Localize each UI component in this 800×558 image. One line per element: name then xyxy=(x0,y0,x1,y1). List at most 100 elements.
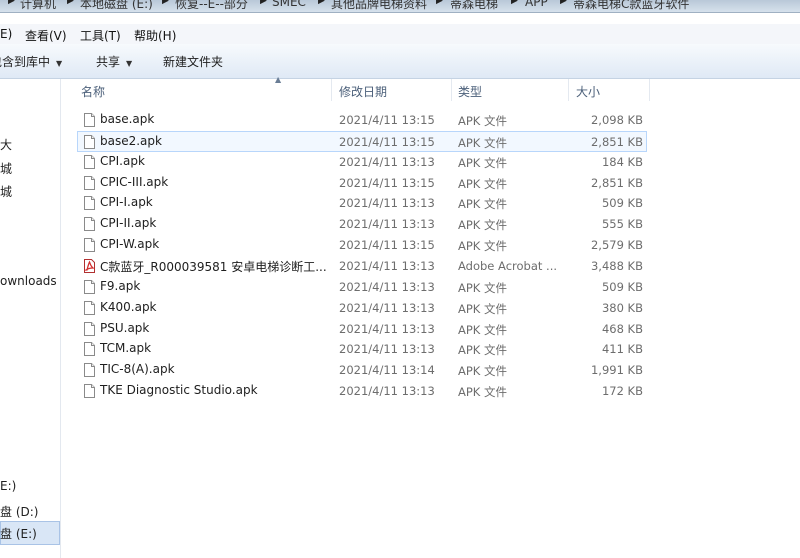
file-name: TIC-8(A).apk xyxy=(100,362,175,377)
file-size: 2,098 KB xyxy=(590,113,643,127)
include-in-library-label: 包含到库中 xyxy=(0,55,51,69)
file-icon xyxy=(84,384,95,399)
file-type: APK 文件 xyxy=(458,343,507,358)
chevron-right-icon[interactable]: ▶ xyxy=(8,0,15,6)
file-size: 2,851 KB xyxy=(590,134,643,149)
file-type: APK 文件 xyxy=(458,218,507,233)
file-row[interactable]: CPI-I.apk 2021/4/11 13:13 APK 文件 509 KB xyxy=(78,193,646,213)
menu-edit[interactable]: E) xyxy=(0,27,12,41)
share-button[interactable]: 共享 ▼ xyxy=(96,53,132,70)
file-icon xyxy=(84,279,95,294)
file-size: 555 KB xyxy=(601,217,643,232)
chevron-down-icon: ▼ xyxy=(56,59,63,68)
chevron-right-icon[interactable]: ▶ xyxy=(318,0,325,6)
file-row[interactable]: K400.apk 2021/4/11 13:13 APK 文件 380 KB xyxy=(78,298,646,318)
file-row[interactable]: CPI.apk 2021/4/11 13:13 APK 文件 184 KB xyxy=(78,152,646,172)
breadcrumb-item-other-brands[interactable]: 其他品牌电梯资料 xyxy=(331,0,427,12)
file-icon xyxy=(84,342,95,357)
pdf-icon xyxy=(84,258,95,273)
file-name: F9.apk xyxy=(100,278,141,293)
breadcrumb-item-thyssen[interactable]: 蒂森电梯 xyxy=(450,0,498,12)
chevron-down-icon: ▼ xyxy=(126,59,133,68)
new-folder-button[interactable]: 新建文件夹 xyxy=(163,53,223,70)
file-size: 2,579 KB xyxy=(590,238,643,253)
file-size: 184 KB xyxy=(601,154,643,169)
file-type: APK 文件 xyxy=(458,301,507,316)
file-icon xyxy=(84,154,95,169)
chevron-right-icon[interactable]: ▶ xyxy=(436,0,443,6)
file-modified-date: 2021/4/11 13:15 xyxy=(339,238,435,253)
include-in-library-button[interactable]: 包含到库中 ▼ xyxy=(0,53,62,70)
file-row[interactable]: base.apk 2021/4/11 13:15 APK 文件 2,098 KB xyxy=(78,110,646,130)
file-row[interactable]: CPI-W.apk 2021/4/11 13:15 APK 文件 2,579 KB xyxy=(78,235,646,255)
menu-view[interactable]: 查看(V) xyxy=(25,27,67,44)
breadcrumb-item-computer[interactable]: 计算机 xyxy=(20,0,56,12)
file-modified-date: 2021/4/11 13:15 xyxy=(339,175,435,190)
nav-item-3[interactable]: 城 xyxy=(0,183,12,200)
file-size: 468 KB xyxy=(601,321,643,336)
column-header-size[interactable]: 大小 xyxy=(576,83,600,100)
file-icon xyxy=(84,321,95,336)
file-row[interactable]: TIC-8(A).apk 2021/4/11 13:14 APK 文件 1,991 K… xyxy=(78,360,646,380)
file-name: base2.apk xyxy=(100,133,162,148)
file-modified-date: 2021/4/11 13:13 xyxy=(339,258,435,273)
column-divider[interactable] xyxy=(331,79,332,101)
file-row[interactable]: base2.apk 2021/4/11 13:15 APK 文件 2,851 KB xyxy=(77,130,647,152)
file-type: APK 文件 xyxy=(458,385,507,400)
menu-help[interactable]: 帮助(H) xyxy=(134,27,176,44)
file-name: CPIC-III.apk xyxy=(100,174,169,189)
file-row[interactable]: PSU.apk 2021/4/11 13:13 APK 文件 468 KB xyxy=(78,319,646,339)
nav-item-1[interactable]: 大 xyxy=(0,136,12,153)
file-row[interactable]: F9.apk 2021/4/11 13:13 APK 文件 509 KB xyxy=(78,277,646,297)
column-header-name[interactable]: 名称 xyxy=(81,83,105,100)
file-size: 411 KB xyxy=(601,342,643,357)
file-name: TKE Diagnostic Studio.apk xyxy=(100,383,258,398)
nav-item-downloads[interactable]: ownloads xyxy=(0,274,57,288)
chevron-right-icon[interactable]: ▶ xyxy=(511,0,518,6)
file-modified-date: 2021/4/11 13:13 xyxy=(339,217,435,232)
file-type: APK 文件 xyxy=(458,239,507,254)
column-header-type[interactable]: 类型 xyxy=(458,83,482,100)
file-name: CPI.apk xyxy=(100,153,145,168)
navigation-pane[interactable]: 大 城 城 ownloads E:) 盘 (D:) 盘 (E:) xyxy=(0,79,61,558)
file-icon xyxy=(84,217,95,232)
file-size: 2,851 KB xyxy=(590,175,643,190)
file-icon xyxy=(84,134,95,149)
file-type: APK 文件 xyxy=(458,114,507,128)
nav-item-drive-d[interactable]: 盘 (D:) xyxy=(0,503,38,520)
column-divider[interactable] xyxy=(451,79,452,101)
breadcrumb-item-app[interactable]: APP xyxy=(525,0,548,9)
file-type: APK 文件 xyxy=(458,155,507,170)
file-modified-date: 2021/4/11 13:14 xyxy=(339,363,435,378)
column-header-date[interactable]: 修改日期 xyxy=(339,83,387,100)
command-toolbar: 包含到库中 ▼ 共享 ▼ 新建文件夹 xyxy=(0,44,800,79)
nav-item-2[interactable]: 城 xyxy=(0,160,12,177)
chevron-right-icon[interactable]: ▶ xyxy=(260,0,267,6)
chevron-right-icon[interactable]: ▶ xyxy=(67,0,74,6)
file-row[interactable]: CPI-II.apk 2021/4/11 13:13 APK 文件 555 KB xyxy=(78,214,646,234)
file-row[interactable]: TKE Diagnostic Studio.apk 2021/4/11 13:13… xyxy=(78,381,646,401)
file-size: 509 KB xyxy=(601,279,643,294)
nav-item-drive-e[interactable]: 盘 (E:) xyxy=(0,525,37,542)
file-row[interactable]: TCM.apk 2021/4/11 13:13 APK 文件 411 KB xyxy=(78,339,646,359)
file-name: K400.apk xyxy=(100,299,157,314)
file-row[interactable]: C款蓝牙_R000039581 安卓电梯诊断工... 2021/4/11 13:1… xyxy=(78,256,646,276)
column-divider[interactable] xyxy=(649,79,650,101)
breadcrumb-item-smec[interactable]: SMEC xyxy=(272,0,306,9)
file-name: CPI-II.apk xyxy=(100,216,157,231)
breadcrumb-item-current-folder[interactable]: 蒂森电梯C款蓝牙软件 xyxy=(573,0,689,12)
column-header-row: ▲ 名称 修改日期 类型 大小 xyxy=(78,75,650,101)
chevron-right-icon[interactable]: ▶ xyxy=(162,0,169,6)
breadcrumb-item-drive-e[interactable]: 本地磁盘 (E:) xyxy=(80,0,153,12)
nav-item-drive[interactable]: E:) xyxy=(0,479,16,493)
breadcrumb-item-recovery[interactable]: 恢复--E--部分 xyxy=(175,0,248,12)
file-type: APK 文件 xyxy=(458,322,507,337)
file-name: TCM.apk xyxy=(100,341,152,356)
file-size: 1,991 KB xyxy=(590,363,643,378)
menu-tools[interactable]: 工具(T) xyxy=(80,27,121,44)
file-row[interactable]: CPIC-III.apk 2021/4/11 13:15 APK 文件 2,851 K… xyxy=(78,173,646,193)
file-name: C款蓝牙_R000039581 安卓电梯诊断工... xyxy=(100,259,327,274)
address-bar[interactable]: ▶ 计算机 ▶ 本地磁盘 (E:) ▶ 恢复--E--部分 ▶ SMEC ▶ 其… xyxy=(0,0,800,13)
chevron-right-icon[interactable]: ▶ xyxy=(560,0,567,6)
column-divider[interactable] xyxy=(568,79,569,101)
